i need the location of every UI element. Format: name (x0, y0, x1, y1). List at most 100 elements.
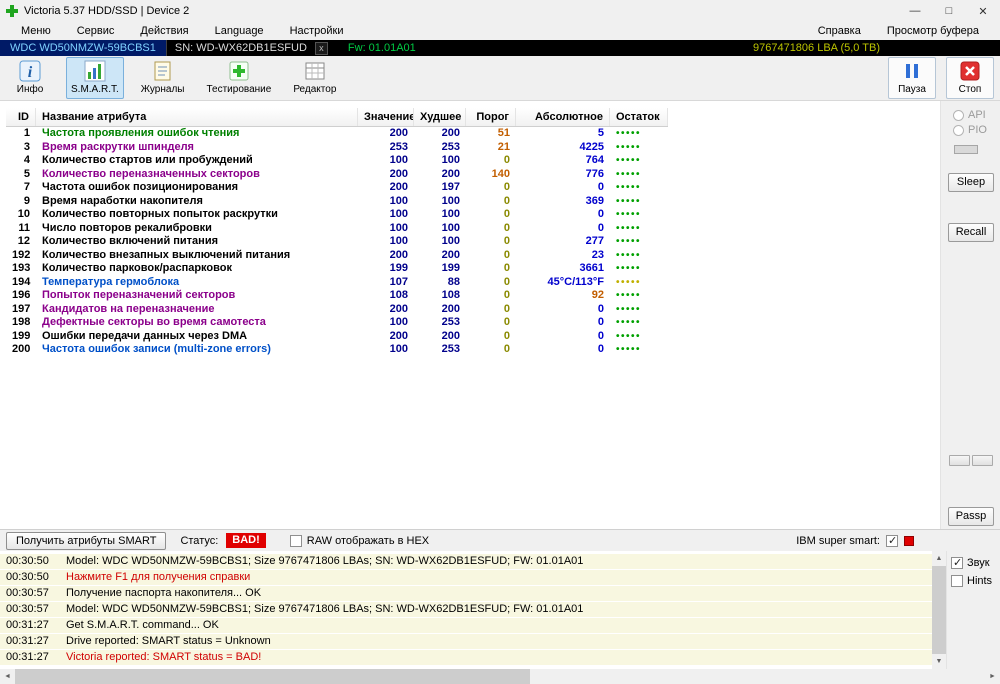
log-entry: 00:31:27 Drive reported: SMART status = U… (0, 634, 932, 649)
scroll-left-icon[interactable]: ◄ (0, 669, 15, 684)
smart-row-11[interactable]: 11 Число повторов рекалибровки 100 100 0 0 •••… (6, 222, 668, 236)
info-button[interactable]: i Инфо (6, 57, 54, 99)
smart-row-200[interactable]: 200 Частота ошибок записи (multi-zone err… (6, 343, 668, 357)
smart-row-10[interactable]: 10 Количество повторных попыток раскрутки… (6, 208, 668, 222)
attribute-absolute: 45°C/113°F (547, 275, 605, 288)
horizontal-scrollbar: ◄ ► (0, 669, 1000, 684)
menu-item-help[interactable]: Справка (805, 25, 874, 37)
get-smart-button[interactable]: Получить атрибуты SMART (6, 531, 167, 550)
mini-button-right[interactable] (972, 455, 993, 466)
header-threshold[interactable]: Порог (466, 108, 516, 126)
attribute-absolute: 92 (591, 289, 604, 301)
pause-icon (900, 59, 924, 83)
minimize-button[interactable]: — (898, 0, 932, 22)
scroll-down-icon[interactable]: ▼ (932, 654, 946, 669)
smart-row-3[interactable]: 3 Время раскрутки шпинделя 253 253 21 4225 •••… (6, 141, 668, 155)
info-icon: i (18, 59, 42, 83)
smart-row-193[interactable]: 193 Количество парковок/распарковок 199 199… (6, 262, 668, 276)
ibm-smart-checkbox[interactable] (886, 534, 898, 547)
attribute-value: 200 (389, 181, 408, 193)
attribute-threshold: 0 (503, 343, 510, 355)
attribute-worst: 100 (441, 221, 460, 234)
mini-button-left[interactable] (949, 455, 970, 466)
smart-row-5[interactable]: 5 Количество переназначенных секторов 200 2… (6, 168, 668, 182)
recall-row: Recall (941, 223, 1000, 242)
smart-row-9[interactable]: 9 Время наработки накопителя 100 100 0 369 •••… (6, 195, 668, 209)
attribute-value: 200 (389, 167, 408, 180)
attribute-id: 9 (23, 194, 30, 207)
maximize-button[interactable]: □ (932, 0, 966, 22)
stop-button[interactable]: Стоп (946, 57, 994, 99)
attribute-absolute: 0 (597, 302, 604, 315)
smart-row-4[interactable]: 4 Количество стартов или пробуждений 100 10… (6, 154, 668, 168)
log-message: Нажмите F1 для получения справки (66, 571, 251, 583)
api-radio[interactable] (953, 109, 964, 121)
header-absolute[interactable]: Абсолютное (516, 108, 610, 126)
header-id[interactable]: ID (6, 108, 36, 126)
pause-label: Пауза (898, 84, 926, 95)
log-message: Get S.M.A.R.T. command... OK (66, 619, 219, 631)
smart-row-196[interactable]: 196 Попыток переназначений секторов 108 108… (6, 289, 668, 303)
attribute-health-dots: ••••• (616, 141, 642, 153)
editor-button[interactable]: Редактор (288, 57, 341, 99)
recall-button[interactable]: Recall (948, 223, 994, 242)
menu-item-service[interactable]: Сервис (64, 25, 128, 37)
pio-radio[interactable] (953, 124, 964, 136)
smart-row-192[interactable]: 192 Количество внезапных выключений питан… (6, 249, 668, 263)
attribute-absolute: 764 (585, 154, 604, 166)
attribute-health-dots: ••••• (616, 236, 642, 247)
attribute-worst: 253 (441, 316, 460, 328)
smart-row-1[interactable]: 1 Частота проявления ошибок чтения 200 200 5… (6, 127, 668, 141)
menu-item-buffer-view[interactable]: Просмотр буфера (874, 25, 992, 37)
ibm-smart-led (904, 535, 914, 546)
menu-item-menu[interactable]: Меню (8, 25, 64, 37)
attribute-threshold: 0 (503, 154, 510, 166)
sleep-button[interactable]: Sleep (948, 173, 994, 192)
header-value[interactable]: Значение (358, 108, 414, 126)
scroll-right-icon[interactable]: ► (985, 669, 1000, 684)
horizontal-scroll-thumb[interactable] (15, 669, 530, 684)
scroll-up-icon[interactable]: ▲ (932, 551, 946, 566)
smart-button[interactable]: S.M.A.R.T. (66, 57, 124, 99)
attribute-health-dots: ••••• (616, 317, 642, 328)
header-health[interactable]: Остаток (610, 108, 668, 126)
attribute-id: 5 (23, 167, 30, 180)
testing-button[interactable]: Тестирование (201, 57, 276, 99)
attribute-name: Частота ошибок записи (multi-zone errors… (42, 343, 271, 355)
header-worst[interactable]: Худшее (414, 108, 466, 126)
smart-row-199[interactable]: 199 Ошибки передачи данных через DMA 200 20… (6, 330, 668, 344)
attribute-absolute: 776 (585, 167, 604, 180)
attribute-name: Время раскрутки шпинделя (42, 140, 194, 153)
raw-hex-checkbox[interactable] (289, 534, 302, 547)
passp-button[interactable]: Passp (948, 507, 994, 526)
menu-item-language[interactable]: Language (202, 25, 277, 37)
smart-row-12[interactable]: 12 Количество включений питания 100 100 0 277… (6, 235, 668, 249)
hints-label: Hints (967, 575, 993, 587)
smart-row-194[interactable]: 194 Температура гермоблока 107 88 0 45°C/113°… (6, 276, 668, 290)
logs-button[interactable]: Журналы (136, 57, 190, 99)
attribute-worst: 200 (441, 127, 460, 139)
header-attribute-name[interactable]: Название атрибута (36, 108, 358, 126)
stop-icon (958, 59, 982, 83)
attribute-id: 10 (17, 208, 30, 220)
smart-row-7[interactable]: 7 Частота ошибок позиционирования 200 197 0 0… (6, 181, 668, 195)
close-button[interactable]: ✕ (966, 0, 1000, 22)
hints-checkbox[interactable] (951, 575, 963, 587)
attribute-threshold: 0 (503, 316, 510, 328)
menu-item-actions[interactable]: Действия (127, 25, 201, 37)
status-bar: Получить атрибуты SMART Статус: BAD! RAW… (0, 529, 1000, 551)
sound-checkbox[interactable] (951, 556, 963, 569)
attribute-worst: 200 (441, 329, 460, 342)
smart-row-197[interactable]: 197 Кандидатов на переназначение 200 200 0 0 •… (6, 303, 668, 317)
smart-row-198[interactable]: 198 Дефектные секторы во время самотеста 1… (6, 316, 668, 330)
attribute-health-dots: ••••• (616, 168, 642, 180)
device-close-icon[interactable]: x (314, 41, 328, 55)
attribute-name: Количество переназначенных секторов (42, 167, 260, 180)
attribute-worst: 253 (441, 140, 460, 153)
vertical-scroll-thumb[interactable] (932, 566, 946, 654)
menu-item-settings[interactable]: Настройки (277, 25, 357, 37)
attribute-health-dots: ••••• (616, 195, 642, 207)
attribute-id: 200 (12, 343, 31, 355)
device-tab[interactable]: WDC WD50NMZW-59BCBS1 (0, 40, 167, 56)
pause-button[interactable]: Пауза (888, 57, 936, 99)
